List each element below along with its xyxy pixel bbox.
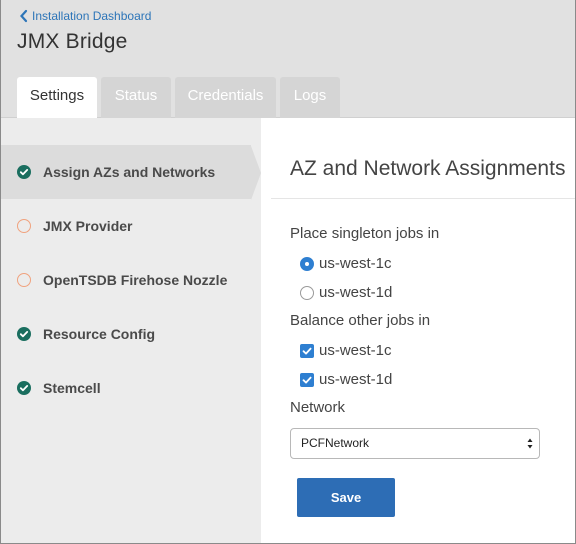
tab-status[interactable]: Status (101, 77, 171, 118)
back-link[interactable]: Installation Dashboard (19, 9, 151, 23)
page-title: JMX Bridge (17, 30, 128, 53)
section-divider (271, 198, 575, 199)
radio-button[interactable] (300, 256, 314, 271)
back-link-label: Installation Dashboard (32, 9, 152, 23)
app-window: Installation Dashboard JMX Bridge Settin… (0, 0, 576, 544)
checkmark-icon (302, 376, 312, 383)
sidebar-item-label: JMX Provider (43, 218, 133, 234)
sidebar-item-assign-azs[interactable]: Assign AZs and Networks (1, 145, 251, 199)
sidebar-item-jmx-provider[interactable]: JMX Provider (1, 199, 251, 253)
singleton-jobs-label: Place singleton jobs in (290, 225, 440, 242)
incomplete-circle-icon (17, 219, 31, 233)
sidebar-item-label: Assign AZs and Networks (43, 164, 216, 180)
incomplete-circle-icon (17, 273, 31, 287)
option-label: us-west-1c (319, 342, 392, 359)
option-label: us-west-1c (319, 255, 392, 272)
select-arrows-icon (527, 438, 533, 449)
section-title: AZ and Network Assignments (290, 157, 566, 180)
sidebar-item-opentsdb-nozzle[interactable]: OpenTSDB Firehose Nozzle (1, 253, 251, 307)
chevron-left-icon (20, 9, 28, 23)
singleton-option-us-west-1d[interactable]: us-west-1d (300, 284, 392, 301)
tab-bar: Settings Status Credentials Logs (17, 77, 344, 118)
active-item-pointer (251, 146, 261, 200)
page-header: Installation Dashboard JMX Bridge Settin… (1, 0, 575, 118)
check-circle-icon (17, 327, 31, 341)
option-label: us-west-1d (319, 371, 393, 388)
checkbox[interactable] (300, 372, 314, 387)
sidebar-item-resource-config[interactable]: Resource Config (1, 307, 251, 361)
settings-form: AZ and Network Assignments Place singlet… (271, 118, 575, 543)
network-label: Network (290, 399, 346, 416)
save-button[interactable]: Save (297, 478, 395, 517)
sidebar-item-label: Stemcell (43, 380, 101, 396)
tab-settings[interactable]: Settings (17, 77, 97, 118)
singleton-option-us-west-1c[interactable]: us-west-1c (300, 255, 392, 272)
sidebar: Assign AZs and Networks JMX Provider Ope… (1, 118, 261, 543)
sidebar-item-label: Resource Config (43, 326, 156, 342)
checkmark-icon (302, 347, 312, 354)
network-select[interactable]: PCFNetwork (290, 428, 540, 459)
sidebar-item-label: OpenTSDB Firehose Nozzle (43, 272, 228, 288)
check-circle-icon (17, 381, 31, 395)
check-circle-icon (17, 165, 31, 179)
balance-option-us-west-1c[interactable]: us-west-1c (300, 342, 392, 359)
radio-button[interactable] (300, 285, 314, 300)
tab-credentials[interactable]: Credentials (175, 77, 276, 118)
tab-logs[interactable]: Logs (280, 77, 340, 118)
checkbox[interactable] (300, 343, 314, 358)
balance-option-us-west-1d[interactable]: us-west-1d (300, 371, 392, 388)
sidebar-item-stemcell[interactable]: Stemcell (1, 361, 251, 415)
balance-jobs-label: Balance other jobs in (290, 312, 431, 329)
network-select-value: PCFNetwork (301, 436, 370, 450)
option-label: us-west-1d (319, 284, 393, 301)
